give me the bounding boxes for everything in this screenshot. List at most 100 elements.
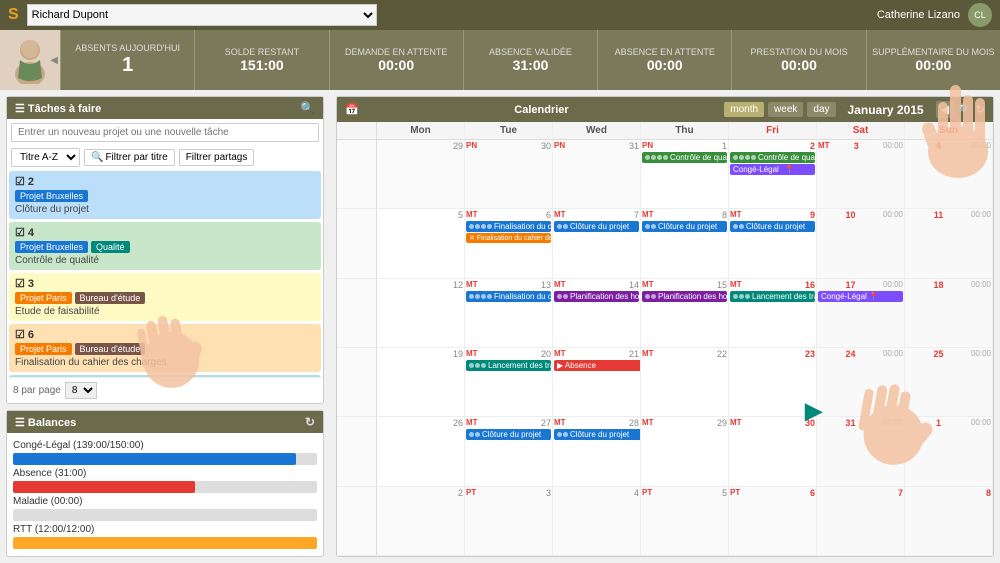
cal-cell-sat[interactable]: 3100:00 [817, 417, 905, 485]
task-item[interactable]: ☑ 2 Projet Bruxelles Clôture du projet [9, 171, 321, 219]
cal-week-btn[interactable]: week [768, 102, 803, 117]
task-item[interactable]: ☑ 4 Projet Bruxelles Qualité Contrôle de… [9, 222, 321, 270]
cal-month-btn[interactable]: month [724, 102, 764, 117]
cal-cell[interactable]: MT27 Clôture du projet [465, 417, 553, 485]
calendar-event[interactable]: Lancement des travaux [466, 360, 551, 371]
cal-cell[interactable]: MT16 Lancement des travaux [729, 279, 817, 347]
cal-cell[interactable]: MT13 Finalisation du cahier des charg... [465, 279, 553, 347]
cal-cell[interactable]: 19 [377, 348, 465, 416]
prev-button[interactable]: ◀ [50, 55, 58, 66]
cal-cell[interactable]: 2 [377, 487, 465, 555]
user-avatar-big: ◀ [0, 30, 60, 90]
balance-maladie-bar [13, 509, 317, 521]
cal-cell[interactable]: 12 [377, 279, 465, 347]
calendar-event[interactable]: Clôture du projet [554, 221, 639, 232]
cal-cell[interactable]: PN1 Contrôle de qualité [641, 140, 729, 208]
cal-cell[interactable]: 23 [729, 348, 817, 416]
balance-absence-fill [13, 481, 195, 493]
balance-list: Congé-Légal (139:00/150:00) Absence (31:… [7, 433, 323, 556]
balances-refresh-icon[interactable]: ↻ [305, 415, 315, 429]
cal-cell[interactable]: MT14 Planification des horaires des é... [553, 279, 641, 347]
cal-cell[interactable]: PN31 [553, 140, 641, 208]
balances-title: ☰ Balances [15, 416, 76, 429]
cal-search-icon[interactable]: 🔍 [958, 103, 972, 116]
calendar-event[interactable]: ✕ Finalisation du cahier des ch... [466, 233, 551, 243]
tasks-search-icon[interactable]: 🔍 [300, 101, 315, 115]
cal-cell-sat[interactable]: MT300:00 [817, 140, 905, 208]
cal-cell-sun[interactable]: 8 [905, 487, 993, 555]
cal-cell-sun[interactable]: 100:00 [905, 417, 993, 485]
calendar-event[interactable]: Finalisation du cahier des charg... [466, 221, 551, 232]
calendar-event[interactable]: Contrôle de qualité [642, 152, 727, 163]
cal-cell-sun[interactable]: 1800:00 [905, 279, 993, 347]
task-id: ☑ 4 [15, 226, 315, 239]
task-tag: Projet Paris [15, 343, 72, 355]
calendar-event[interactable]: Clôture du projet [466, 429, 551, 440]
calendar-event[interactable]: Planification des horaires des é... [554, 291, 639, 302]
cal-prev-btn[interactable]: ◀ [936, 101, 954, 118]
cal-cell[interactable]: 4 [553, 487, 641, 555]
cal-day-btn[interactable]: day [807, 102, 835, 117]
task-tag: Qualité [91, 241, 130, 253]
cal-cell[interactable]: MT21 ▶ Absence ► [553, 348, 641, 416]
cal-cell-sat[interactable]: 1000:00 [817, 209, 905, 277]
task-item[interactable]: ☑ 3 Projet Paris Bureau d'étude Etude de… [9, 273, 321, 321]
cal-refresh-icon[interactable]: ↻ [976, 103, 985, 116]
cal-cell-sun[interactable]: 400:00 [905, 140, 993, 208]
balance-maladie-label: Maladie (00:00) [13, 496, 317, 507]
calendar-event[interactable]: Clôture du projet [730, 221, 815, 232]
cal-cell[interactable]: MT28 Clôture du projet ▶ [553, 417, 641, 485]
calendar-event-conge[interactable]: Congé-Légal 📍 [818, 291, 903, 302]
task-tags: Projet Paris Bureau d'étude [15, 292, 315, 304]
cal-cell[interactable]: MT8 Clôture du projet [641, 209, 729, 277]
filter-by-title-btn[interactable]: 🔍 Filtrer par titre [84, 149, 175, 166]
week-number [337, 209, 377, 277]
cal-cell[interactable]: PN30 [465, 140, 553, 208]
task-sort-select[interactable]: Titre A-Z [11, 148, 80, 167]
cal-cell-sun[interactable]: 1100:00 [905, 209, 993, 277]
cal-cell[interactable]: MT7 Clôture du projet [553, 209, 641, 277]
task-item[interactable]: ☑ 6 Projet Paris Bureau d'étude Finalisa… [9, 324, 321, 372]
cal-cell[interactable]: MT30 [729, 417, 817, 485]
task-new-input[interactable] [11, 123, 319, 142]
cal-cell-sat[interactable]: 2400:00 [817, 348, 905, 416]
calendar-event[interactable]: Planification des horaires des é... [642, 291, 727, 302]
current-user-name: Catherine Lizano [877, 9, 960, 21]
task-title: Finalisation du cahier des charges [15, 357, 315, 368]
user-selector[interactable]: Richard Dupont [27, 4, 377, 26]
stat-supplementaire-label: SUPPLÉMENTAIRE DU MOIS [872, 47, 994, 58]
cal-cell[interactable]: 2 Contrôle de qualité Congé-Légal 📍 [729, 140, 817, 208]
balance-conge-bar [13, 453, 317, 465]
calendar-event[interactable]: Clôture du projet [642, 221, 727, 232]
user-avatar: CL [968, 3, 992, 27]
cal-cell[interactable]: MT6 Finalisation du cahier des charg... … [465, 209, 553, 277]
calendar-event[interactable]: Finalisation du cahier des charg... [466, 291, 551, 302]
cal-cell[interactable]: 29 [377, 140, 465, 208]
calendar-event[interactable]: Contrôle de qualité [730, 152, 815, 163]
calendar-event-absence[interactable]: ▶ Absence ► [554, 360, 641, 371]
cal-cell[interactable]: MT9 Clôture du projet [729, 209, 817, 277]
calendar-week: 19 MT20 Lancement des travaux [337, 348, 993, 417]
cal-cell[interactable]: MT20 Lancement des travaux [465, 348, 553, 416]
cal-cell[interactable]: PT6 [729, 487, 817, 555]
cal-cell[interactable]: MT22 [641, 348, 729, 416]
cal-cell[interactable]: MT29 [641, 417, 729, 485]
calendar-event[interactable]: Clôture du projet ▶ [554, 429, 641, 440]
app-logo: S [8, 6, 19, 24]
cal-cell-sun[interactable]: 2500:00 [905, 348, 993, 416]
cal-cell[interactable]: PT3 [465, 487, 553, 555]
calendar-event[interactable]: Lancement des travaux [730, 291, 815, 302]
cal-cell-sat[interactable]: 7 [817, 487, 905, 555]
filter-by-tags-btn[interactable]: Filtrer partags [179, 149, 255, 166]
task-id: ☑ 6 [15, 328, 315, 341]
tasks-list: ☑ 2 Projet Bruxelles Clôture du projet ☑… [7, 169, 323, 377]
task-tag: Projet Bruxelles [15, 241, 88, 253]
calendar-event-conge[interactable]: Congé-Légal 📍 [730, 164, 815, 175]
week-number [337, 348, 377, 416]
cal-cell[interactable]: 5 [377, 209, 465, 277]
cal-cell[interactable]: 26 [377, 417, 465, 485]
cal-cell-sat[interactable]: 1700:00 Congé-Légal 📍 [817, 279, 905, 347]
cal-cell[interactable]: PT5 [641, 487, 729, 555]
pagination-select[interactable]: 8 [65, 382, 97, 399]
cal-cell[interactable]: MT15 Planification des horaires des é... [641, 279, 729, 347]
